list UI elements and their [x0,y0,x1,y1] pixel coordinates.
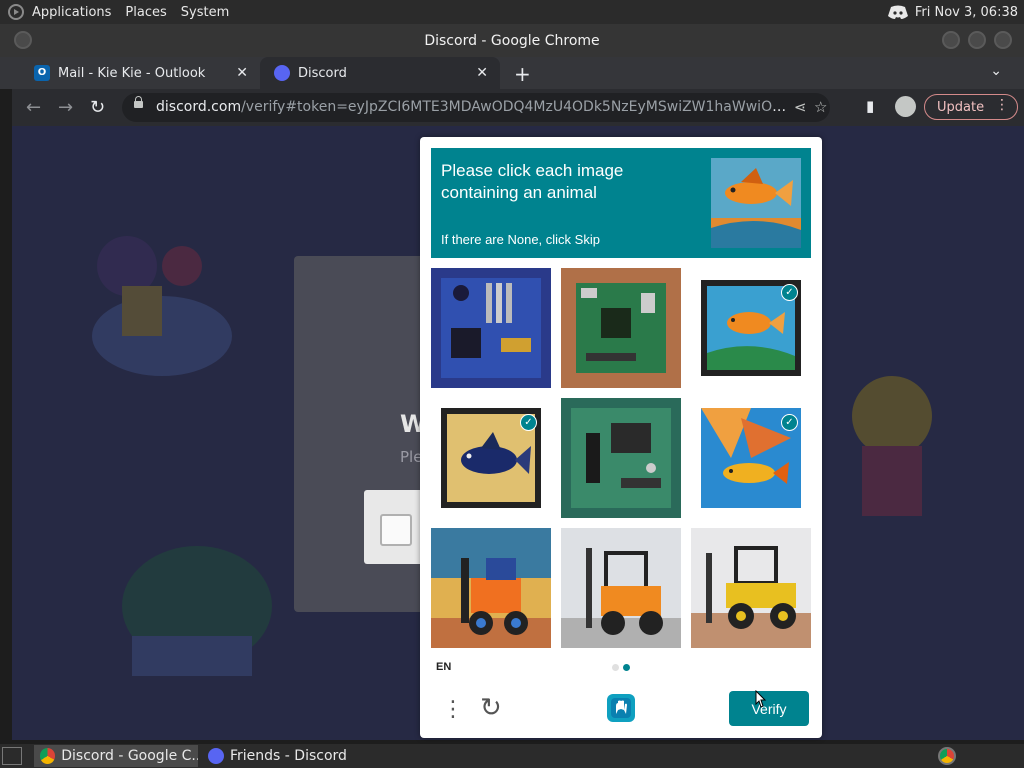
tile-forklift[interactable] [691,528,811,648]
selected-check-icon: ✓ [520,414,537,431]
bookmark-star-icon[interactable]: ☆ [814,98,827,116]
page-indicator-dot-active [623,664,630,671]
clock[interactable]: Fri Nov 3, 06:38 [915,5,1018,20]
update-button[interactable]: Update ⋮ [924,94,1018,120]
close-window-button[interactable] [994,31,1012,49]
menu-dots-icon[interactable]: ⋮ [442,697,464,722]
prompt-text: Please click each image containing an an… [441,161,624,202]
browser-toolbar: ← → ↻ discord.com/verify#token=eyJpZCI6M… [12,89,1024,126]
system-menu[interactable]: System [181,5,229,20]
bottom-taskbar: Discord - Google C... Friends - Discord [0,744,1024,768]
profile-avatar[interactable] [895,96,916,117]
reload-icon[interactable]: ↻ [90,97,105,118]
tile-circuit-board[interactable] [561,268,681,388]
side-panel-icon[interactable]: ▮ [866,97,874,115]
discord-tray-icon[interactable] [887,4,909,20]
taskbar-item-friends[interactable]: Friends - Discord [202,745,402,767]
show-desktop-icon[interactable] [2,747,22,765]
lock-icon[interactable] [134,96,143,108]
tab-label: Mail - Kie Kie - Outlook [58,65,206,81]
close-tab-icon[interactable]: ✕ [476,65,488,81]
illustration-monster-icon [122,546,272,676]
discord-icon [274,65,290,81]
tile-circuit-board[interactable] [431,268,551,388]
forward-icon[interactable]: → [58,97,73,118]
mouse-pointer-icon [755,690,767,708]
page-indicator-dot [612,664,619,671]
places-menu[interactable]: Places [125,5,166,20]
share-icon[interactable]: ⋖ [794,98,807,116]
illustration-person-icon [92,236,232,376]
more-menu-icon[interactable]: ⋮ [995,97,1009,113]
selected-check-icon: ✓ [781,414,798,431]
tab-outlook[interactable]: O Mail - Kie Kie - Outlook ✕ [20,57,260,89]
new-tab-icon[interactable]: + [514,62,531,86]
tab-strip: O Mail - Kie Kie - Outlook ✕ Discord ✕ +… [0,57,1024,89]
applications-menu[interactable]: Applications [32,5,111,20]
verify-button[interactable]: Verify [729,691,809,726]
url-text[interactable]: discord.com/verify#token=eyJpZCI6MTE3MDA… [156,99,788,115]
minimize-button[interactable] [942,31,960,49]
selected-check-icon: ✓ [781,284,798,301]
window-title: Discord - Google Chrome [424,33,600,49]
example-fish-image [711,158,801,248]
tab-search-chevron-icon[interactable]: ⌄ [990,63,1002,79]
captcha-checkbox[interactable] [380,514,412,546]
captcha-challenge: Please click each image containing an an… [420,137,822,738]
distro-logo-icon[interactable] [8,4,24,20]
chrome-icon [40,748,56,764]
tile-circuit-board[interactable] [561,398,681,518]
taskbar-item-chrome[interactable]: Discord - Google C... [34,745,198,767]
tile-forklift[interactable] [431,528,551,648]
skip-hint: If there are None, click Skip [441,232,600,247]
tile-forklift[interactable] [561,528,681,648]
tab-discord[interactable]: Discord ✕ [260,57,500,89]
language-selector[interactable]: EN [436,661,451,673]
maximize-button[interactable] [968,31,986,49]
tab-label: Discord [298,65,347,81]
outlook-icon: O [34,65,50,81]
top-panel: Applications Places System Fri Nov 3, 06… [0,0,1024,24]
illustration-character-icon [852,376,932,516]
address-bar[interactable]: discord.com/verify#token=eyJpZCI6MTE3MDA… [122,93,830,122]
chrome-tray-icon[interactable] [938,747,956,765]
hcaptcha-logo-icon[interactable] [605,692,637,724]
discord-icon [208,748,224,764]
window-titlebar[interactable]: Discord - Google Chrome [0,24,1024,57]
back-icon[interactable]: ← [26,97,41,118]
close-tab-icon[interactable]: ✕ [236,65,248,81]
refresh-icon[interactable]: ↻ [480,693,502,723]
challenge-prompt: Please click each image containing an an… [431,148,811,258]
